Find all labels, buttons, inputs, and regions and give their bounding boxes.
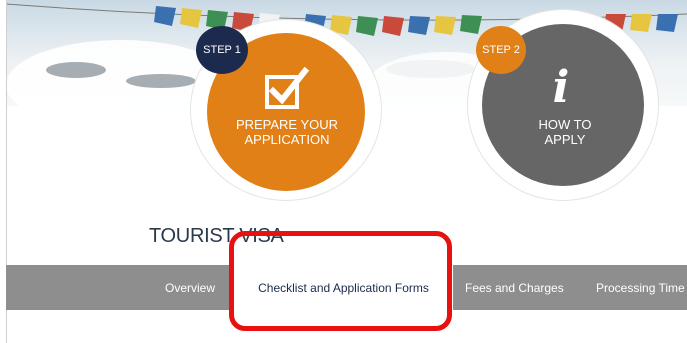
step-2-badge: STEP 2: [476, 26, 526, 74]
page-title: TOURIST VISA: [149, 225, 284, 247]
tab-overview[interactable]: Overview: [165, 265, 215, 310]
tab-checklist-and-application-forms[interactable]: Checklist and Application Forms: [234, 265, 453, 310]
tab-fees-and-charges[interactable]: Fees and Charges: [465, 265, 564, 310]
step-2-label-line-2: APPLY: [544, 132, 586, 147]
checkbox-icon: [265, 67, 309, 109]
step-1-label-line-1: PREPARE YOUR: [235, 117, 339, 132]
tab-bar: Overview Checklist and Application Forms…: [6, 265, 687, 310]
step-2-label[interactable]: HOW TO APPLY: [500, 117, 630, 147]
step-1-label-line-2: APPLICATION: [244, 132, 330, 147]
tab-processing-time[interactable]: Processing Time: [596, 265, 685, 310]
step-1-badge: STEP 1: [196, 26, 248, 74]
step-1-label[interactable]: PREPARE YOUR APPLICATION: [222, 117, 352, 147]
info-icon: i: [552, 62, 570, 113]
step-2-label-line-1: HOW TO: [538, 117, 592, 132]
